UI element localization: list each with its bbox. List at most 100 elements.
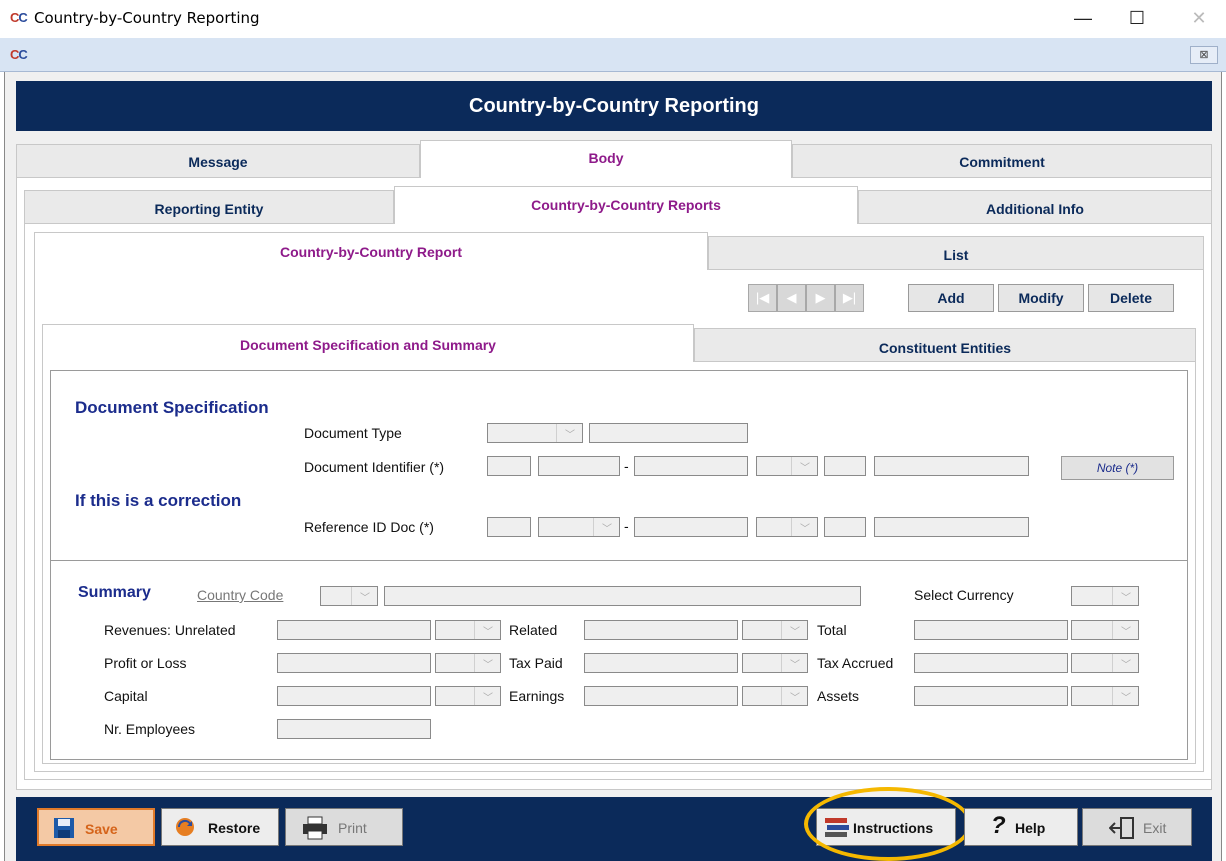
tab-additional-info[interactable]: Additional Info xyxy=(858,190,1212,224)
revenues-unrelated-label: Revenues: Unrelated xyxy=(104,622,236,638)
print-label: Print xyxy=(338,820,367,836)
doc-id-country-select[interactable]: ﹀ xyxy=(756,456,818,476)
tab-list[interactable]: List xyxy=(708,236,1204,270)
tab-doc-spec-summary[interactable]: Document Specification and Summary xyxy=(42,324,694,364)
ref-id-part6-field[interactable] xyxy=(874,517,1029,537)
exit-button[interactable]: Exit xyxy=(1082,808,1192,846)
tax-paid-label: Tax Paid xyxy=(509,655,563,671)
tab-body[interactable]: Body xyxy=(420,140,792,180)
profit-or-loss-currency-select[interactable]: ﹀ xyxy=(435,653,501,673)
ref-id-part5-field[interactable] xyxy=(824,517,866,537)
minimize-button[interactable]: — xyxy=(1060,0,1106,38)
print-button[interactable]: Print xyxy=(285,808,403,846)
modify-button[interactable]: Modify xyxy=(998,284,1084,312)
document-specification-heading: Document Specification xyxy=(75,398,269,417)
bottom-toolbar: Save Restore Print Instructions ? Help E… xyxy=(16,787,1212,861)
total-label: Total xyxy=(817,622,847,638)
tax-paid-field[interactable] xyxy=(584,653,738,673)
revenues-unrelated-currency-select[interactable]: ﹀ xyxy=(435,620,501,640)
doc-id-part3-field[interactable] xyxy=(634,456,748,476)
help-button[interactable]: ? Help xyxy=(964,808,1078,846)
tab-cbc-reports[interactable]: Country-by-Country Reports xyxy=(394,186,858,226)
ref-id-part3-field[interactable] xyxy=(634,517,748,537)
tab-reporting-entity[interactable]: Reporting Entity xyxy=(24,190,394,224)
summary-heading: Summary xyxy=(78,584,151,601)
tax-accrued-currency-select[interactable]: ﹀ xyxy=(1071,653,1139,673)
mdi-toolstrip: CC ⊠ xyxy=(0,38,1226,72)
maximize-button[interactable]: ☐ xyxy=(1114,0,1160,38)
page-banner: Country-by-Country Reporting xyxy=(16,81,1212,131)
window-title: Country-by-Country Reporting xyxy=(34,9,260,27)
close-child-button[interactable]: ⊠ xyxy=(1190,46,1218,64)
assets-field[interactable] xyxy=(914,686,1068,706)
add-button[interactable]: Add xyxy=(908,284,994,312)
floppy-disk-icon xyxy=(54,818,74,838)
app-logo-icon: CC xyxy=(10,10,28,25)
country-code-link[interactable]: Country Code xyxy=(197,587,283,603)
doc-id-part5-field[interactable] xyxy=(824,456,866,476)
tab-constituent-entities[interactable]: Constituent Entities xyxy=(694,328,1196,362)
document-type-description-field[interactable] xyxy=(589,423,748,443)
earnings-currency-select[interactable]: ﹀ xyxy=(742,686,808,706)
next-record-icon[interactable]: ▶ xyxy=(806,284,835,312)
document-identifier-label: Document Identifier (*) xyxy=(304,459,445,475)
earnings-field[interactable] xyxy=(584,686,738,706)
capital-label: Capital xyxy=(104,688,148,704)
related-field[interactable] xyxy=(584,620,738,640)
select-currency-label: Select Currency xyxy=(914,587,1014,603)
assets-label: Assets xyxy=(817,688,860,704)
tax-paid-currency-select[interactable]: ﹀ xyxy=(742,653,808,673)
printer-icon xyxy=(303,816,327,840)
country-code-select[interactable]: ﹀ xyxy=(320,586,378,606)
related-label: Related xyxy=(509,622,558,638)
doc-id-part6-field[interactable] xyxy=(874,456,1029,476)
profit-or-loss-label: Profit or Loss xyxy=(104,655,187,671)
child-logo-icon: CC xyxy=(10,47,28,62)
total-currency-select[interactable]: ﹀ xyxy=(1071,620,1139,640)
tab-message[interactable]: Message xyxy=(16,144,420,178)
earnings-label: Earnings xyxy=(509,688,565,704)
revenues-unrelated-field[interactable] xyxy=(277,620,431,640)
question-mark-icon: ? xyxy=(991,812,1006,839)
country-name-field[interactable] xyxy=(384,586,861,606)
help-label: Help xyxy=(1015,820,1046,836)
document-type-select[interactable]: ﹀ xyxy=(487,423,583,443)
ref-id-dash: - xyxy=(624,518,629,534)
tax-accrued-field[interactable] xyxy=(914,653,1068,673)
profit-or-loss-field[interactable] xyxy=(277,653,431,673)
ref-id-part2-select[interactable]: ﹀ xyxy=(538,517,620,537)
total-field[interactable] xyxy=(914,620,1068,640)
assets-currency-select[interactable]: ﹀ xyxy=(1071,686,1139,706)
doc-id-dash: - xyxy=(624,458,629,474)
nr-employees-field[interactable] xyxy=(277,719,431,739)
window-titlebar: CC Country-by-Country Reporting — ☐ ✕ xyxy=(0,0,1226,38)
document-type-label: Document Type xyxy=(304,425,402,441)
delete-button[interactable]: Delete xyxy=(1088,284,1174,312)
save-button[interactable]: Save xyxy=(37,808,155,846)
correction-heading: If this is a correction xyxy=(75,491,242,510)
save-label: Save xyxy=(85,821,118,837)
restore-icon xyxy=(176,818,194,836)
restore-button[interactable]: Restore xyxy=(161,808,279,846)
doc-id-part2-field[interactable] xyxy=(538,456,620,476)
exit-label: Exit xyxy=(1143,820,1167,836)
close-window-button[interactable]: ✕ xyxy=(1176,0,1222,38)
ref-id-part1-field[interactable] xyxy=(487,517,531,537)
tab-cbc-report[interactable]: Country-by-Country Report xyxy=(34,232,708,272)
previous-record-icon[interactable]: ◀ xyxy=(777,284,806,312)
ref-id-country-select[interactable]: ﹀ xyxy=(756,517,818,537)
nr-employees-label: Nr. Employees xyxy=(104,721,196,737)
last-record-icon[interactable]: ▶| xyxy=(835,284,864,312)
related-currency-select[interactable]: ﹀ xyxy=(742,620,808,640)
section-divider xyxy=(51,560,1187,561)
capital-currency-select[interactable]: ﹀ xyxy=(435,686,501,706)
currency-select[interactable]: ﹀ xyxy=(1071,586,1139,606)
tab-commitment[interactable]: Commitment xyxy=(792,144,1212,178)
note-button[interactable]: Note (*) xyxy=(1061,456,1174,480)
first-record-icon[interactable]: |◀ xyxy=(748,284,777,312)
tax-accrued-label: Tax Accrued xyxy=(817,655,894,671)
restore-label: Restore xyxy=(208,820,261,836)
exit-door-icon xyxy=(1109,817,1134,839)
capital-field[interactable] xyxy=(277,686,431,706)
doc-id-part1-field[interactable] xyxy=(487,456,531,476)
